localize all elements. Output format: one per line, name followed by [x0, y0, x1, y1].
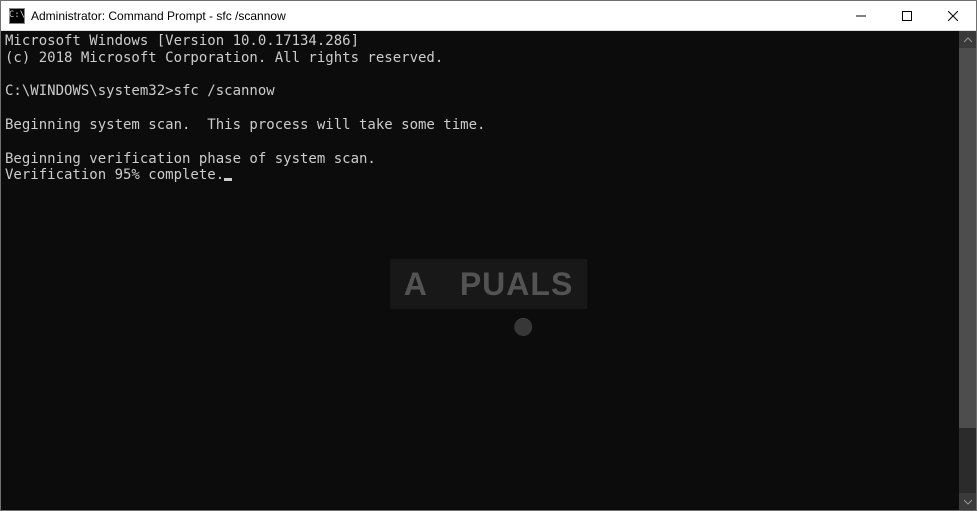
minimize-icon: [856, 11, 866, 21]
maximize-button[interactable]: [884, 1, 930, 30]
scan-begin-line: Beginning system scan. This process will…: [5, 117, 485, 133]
text-cursor: [224, 178, 232, 181]
close-button[interactable]: [930, 1, 976, 30]
os-version-line: Microsoft Windows [Version 10.0.17134.28…: [5, 33, 359, 49]
window-title: Administrator: Command Prompt - sfc /sca…: [31, 9, 838, 23]
window-controls: [838, 1, 976, 30]
watermark-suffix: PUALS: [460, 265, 573, 303]
minimize-button[interactable]: [838, 1, 884, 30]
progress-line: Verification 95% complete.: [5, 167, 224, 183]
watermark: A PUALS: [390, 259, 588, 309]
scroll-thumb[interactable]: [959, 48, 976, 428]
command-prompt-window: C:\ Administrator: Command Prompt - sfc …: [0, 0, 977, 511]
verification-phase-line: Beginning verification phase of system s…: [5, 151, 376, 167]
chevron-down-icon: [964, 499, 972, 505]
chevron-up-icon: [964, 37, 972, 43]
copyright-line: (c) 2018 Microsoft Corporation. All righ…: [5, 50, 443, 66]
watermark-prefix: A: [404, 265, 428, 303]
prompt-line: C:\WINDOWS\system32>sfc /scannow: [5, 83, 275, 99]
title-bar[interactable]: C:\ Administrator: Command Prompt - sfc …: [1, 1, 976, 31]
vertical-scrollbar[interactable]: [959, 31, 976, 510]
cmd-icon: C:\: [9, 8, 25, 24]
scroll-down-button[interactable]: [959, 493, 976, 510]
terminal-output[interactable]: Microsoft Windows [Version 10.0.17134.28…: [1, 31, 976, 510]
close-icon: [948, 11, 958, 21]
mascot-icon: [430, 270, 458, 298]
maximize-icon: [902, 11, 912, 21]
scroll-up-button[interactable]: [959, 31, 976, 48]
